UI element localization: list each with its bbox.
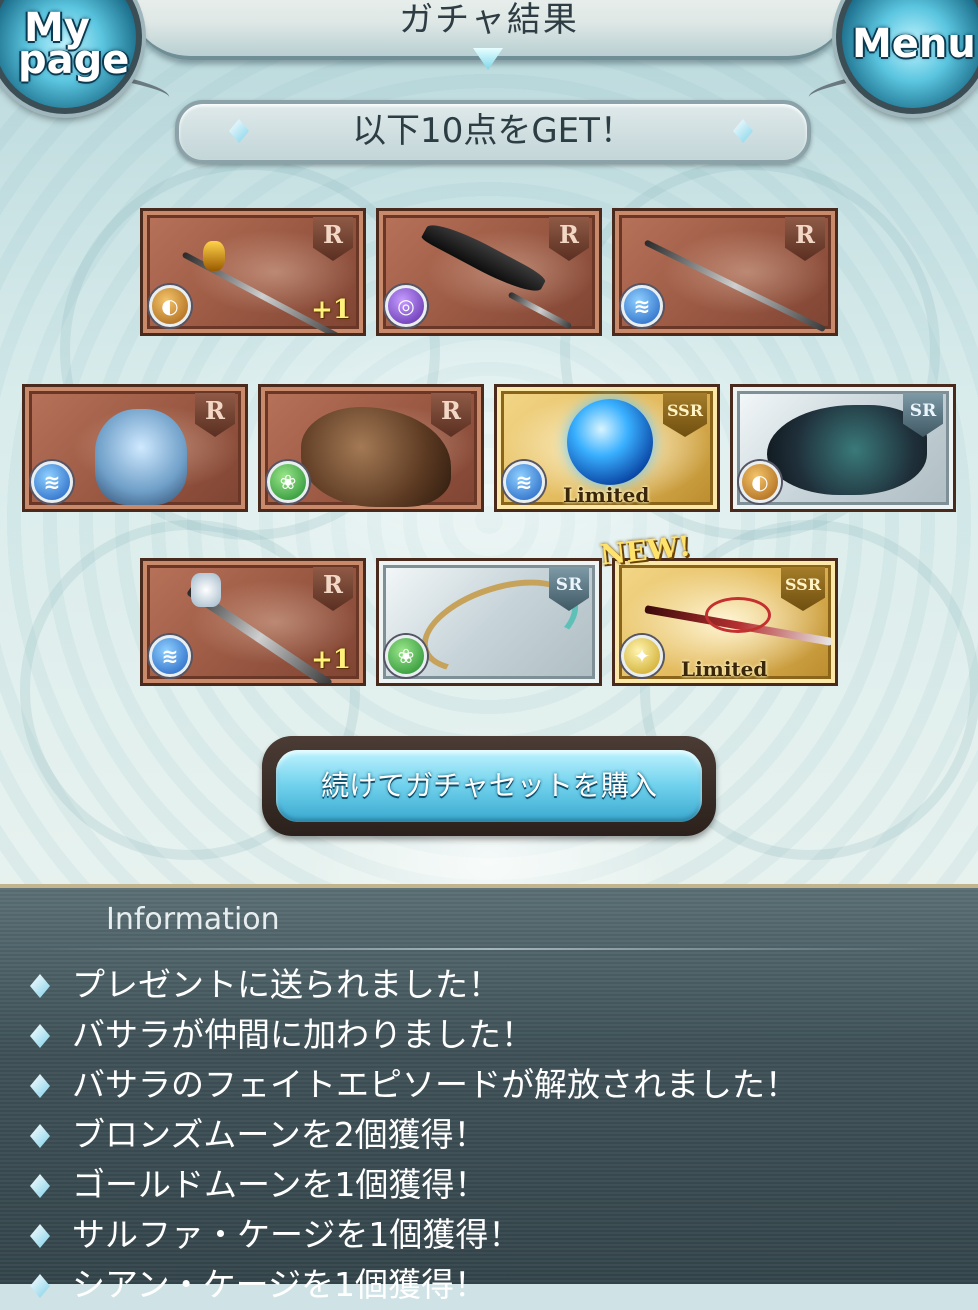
earth-icon: ◐ <box>149 285 191 327</box>
item-card-6[interactable]: SSR ≋ Limited <box>494 384 720 512</box>
scimitar-art <box>420 216 548 300</box>
limited-label: Limited <box>563 483 650 507</box>
katana-cord-art <box>705 597 771 633</box>
rarity-badge: SSR <box>781 567 825 611</box>
information-divider <box>40 948 938 950</box>
rarity-badge: R <box>313 217 353 261</box>
diamond-icon <box>30 1124 50 1148</box>
diamond-icon <box>30 1274 50 1298</box>
gacha-result-stage: ガチャ結果 My page Menu 以下10点をGET！ R ◐ +1 R ◎… <box>0 0 978 884</box>
item-card-4[interactable]: R ≋ <box>22 384 248 512</box>
water-icon: ≋ <box>31 461 73 503</box>
diamond-icon <box>30 1224 50 1248</box>
information-line: バサラが仲間に加わりました！ <box>0 1010 978 1060</box>
diamond-icon <box>30 974 50 998</box>
information-text: プレゼントに送られました！ <box>72 965 501 1004</box>
polearm-head-art <box>203 241 225 271</box>
item-card-10[interactable]: SSR ✦ Limited <box>612 558 838 686</box>
water-icon: ≋ <box>149 635 191 677</box>
information-panel: Information プレゼントに送られました！ バサラが仲間に加わりました！… <box>0 884 978 1304</box>
plus-bonus: +1 <box>311 295 351 325</box>
item-card-7[interactable]: SR ◐ <box>730 384 956 512</box>
information-heading: Information <box>106 902 280 937</box>
rarity-badge: R <box>195 393 235 437</box>
information-text: ゴールドムーンを1個獲得！ <box>72 1165 488 1204</box>
plus-bonus: +1 <box>311 645 351 675</box>
mypage-label-line2: page <box>18 37 130 83</box>
diamond-icon <box>30 1174 50 1198</box>
rarity-badge: R <box>549 217 589 261</box>
information-text: サルファ・ケージを1個獲得！ <box>72 1215 522 1254</box>
skeleton-knight-art <box>95 409 187 505</box>
get-banner-text: 以下10点をGET！ <box>352 111 634 151</box>
diamond-icon <box>30 1074 50 1098</box>
item-card-2[interactable]: R ◎ <box>376 208 602 336</box>
light-icon: ✦ <box>621 635 663 677</box>
scimitar-hilt-art <box>507 291 573 330</box>
beast-art <box>301 407 451 507</box>
item-card-5[interactable]: R ❀ <box>258 384 484 512</box>
information-line: ブロンズムーンを2個獲得！ <box>0 1110 978 1160</box>
earth-icon: ◐ <box>739 461 781 503</box>
rarity-badge: R <box>785 217 825 261</box>
water-icon: ≋ <box>503 461 545 503</box>
rarity-badge: R <box>313 567 353 611</box>
wind-icon: ❀ <box>267 461 309 503</box>
water-icon: ≋ <box>621 285 663 327</box>
get-banner: 以下10点をGET！ <box>175 100 811 164</box>
blue-orb-art <box>567 399 653 485</box>
continue-button-label: 続けてガチャセットを購入 <box>321 769 657 802</box>
item-card-8[interactable]: R ≋ +1 <box>140 558 366 686</box>
information-line: シアン・ケージを1個獲得！ <box>0 1260 978 1310</box>
information-line: プレゼントに送られました！ <box>0 960 978 1010</box>
information-text: シアン・ケージを1個獲得！ <box>72 1265 488 1304</box>
item-card-9[interactable]: SR ❀ <box>376 558 602 686</box>
diamond-icon <box>30 1024 50 1048</box>
information-line: バサラのフェイトエピソードが解放されました！ <box>0 1060 978 1110</box>
item-card-3[interactable]: R ≋ <box>612 208 838 336</box>
rarity-badge: R <box>431 393 471 437</box>
information-text: バサラのフェイトエピソードが解放されました！ <box>72 1065 798 1104</box>
staff-head-art <box>191 573 221 607</box>
continue-gacha-button[interactable]: 続けてガチャセットを購入 <box>262 736 716 836</box>
limited-label: Limited <box>681 657 768 681</box>
rarity-badge: SSR <box>663 393 707 437</box>
dark-icon: ◎ <box>385 285 427 327</box>
wind-icon: ❀ <box>385 635 427 677</box>
information-text: ブロンズムーンを2個獲得！ <box>72 1115 487 1154</box>
item-card-1[interactable]: R ◐ +1 <box>140 208 366 336</box>
information-text: バサラが仲間に加わりました！ <box>72 1015 534 1054</box>
menu-label: Menu <box>852 21 976 67</box>
page-title: ガチャ結果 <box>399 0 579 40</box>
information-line: サルファ・ケージを1個獲得！ <box>0 1210 978 1260</box>
information-line: ゴールドムーンを1個獲得！ <box>0 1160 978 1210</box>
